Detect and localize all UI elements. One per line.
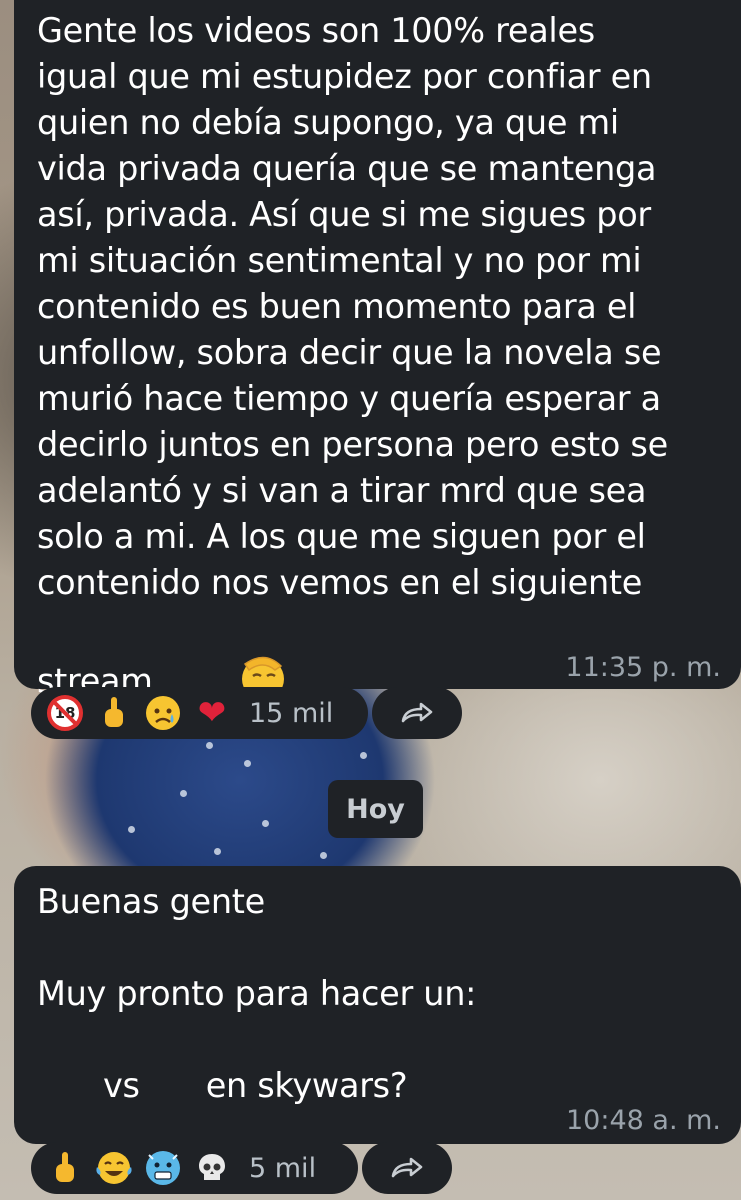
reactions-bar[interactable]: 18 ❤ 15 mil xyxy=(31,687,368,739)
forward-button[interactable] xyxy=(372,687,462,739)
usa-flag-icon xyxy=(146,1068,200,1108)
skull-icon[interactable] xyxy=(192,1148,232,1188)
date-separator: Hoy xyxy=(328,780,423,838)
message-line: Muy pronto para hacer un: xyxy=(37,974,477,1013)
venezuela-flag-icon xyxy=(43,1068,97,1108)
reaction-count: 5 mil xyxy=(249,1152,317,1184)
forward-icon xyxy=(401,702,433,723)
message-line: Buenas gente xyxy=(37,882,265,921)
tears-of-joy-face-icon[interactable] xyxy=(94,1148,134,1188)
reaction-count: 15 mil xyxy=(249,697,334,729)
cold-face-icon[interactable] xyxy=(143,1148,183,1188)
message-time: 11:35 p. m. xyxy=(565,652,721,683)
vs-text: vs xyxy=(103,1066,140,1105)
red-heart-icon[interactable]: ❤ xyxy=(192,693,232,733)
no-one-under-eighteen-icon[interactable]: 18 xyxy=(45,693,85,733)
message-time: 10:48 a. m. xyxy=(566,1105,721,1136)
forward-icon xyxy=(391,1157,423,1178)
sad-but-relieved-face-icon[interactable] xyxy=(143,693,183,733)
message-text: Buenas gente Muy pronto para hacer un: v… xyxy=(37,879,727,1109)
middle-finger-icon[interactable] xyxy=(94,693,134,733)
forward-button[interactable] xyxy=(362,1142,452,1194)
middle-finger-icon[interactable] xyxy=(45,1148,85,1188)
message-text: Gente los videos son 100% reales igual q… xyxy=(37,8,727,760)
message-bubble[interactable]: Buenas gente Muy pronto para hacer un: v… xyxy=(14,866,741,1144)
reactions-bar[interactable]: 5 mil xyxy=(31,1142,358,1194)
message-bubble[interactable]: Gente los videos son 100% reales igual q… xyxy=(14,0,741,701)
message-line: en skywars? xyxy=(205,1066,408,1105)
